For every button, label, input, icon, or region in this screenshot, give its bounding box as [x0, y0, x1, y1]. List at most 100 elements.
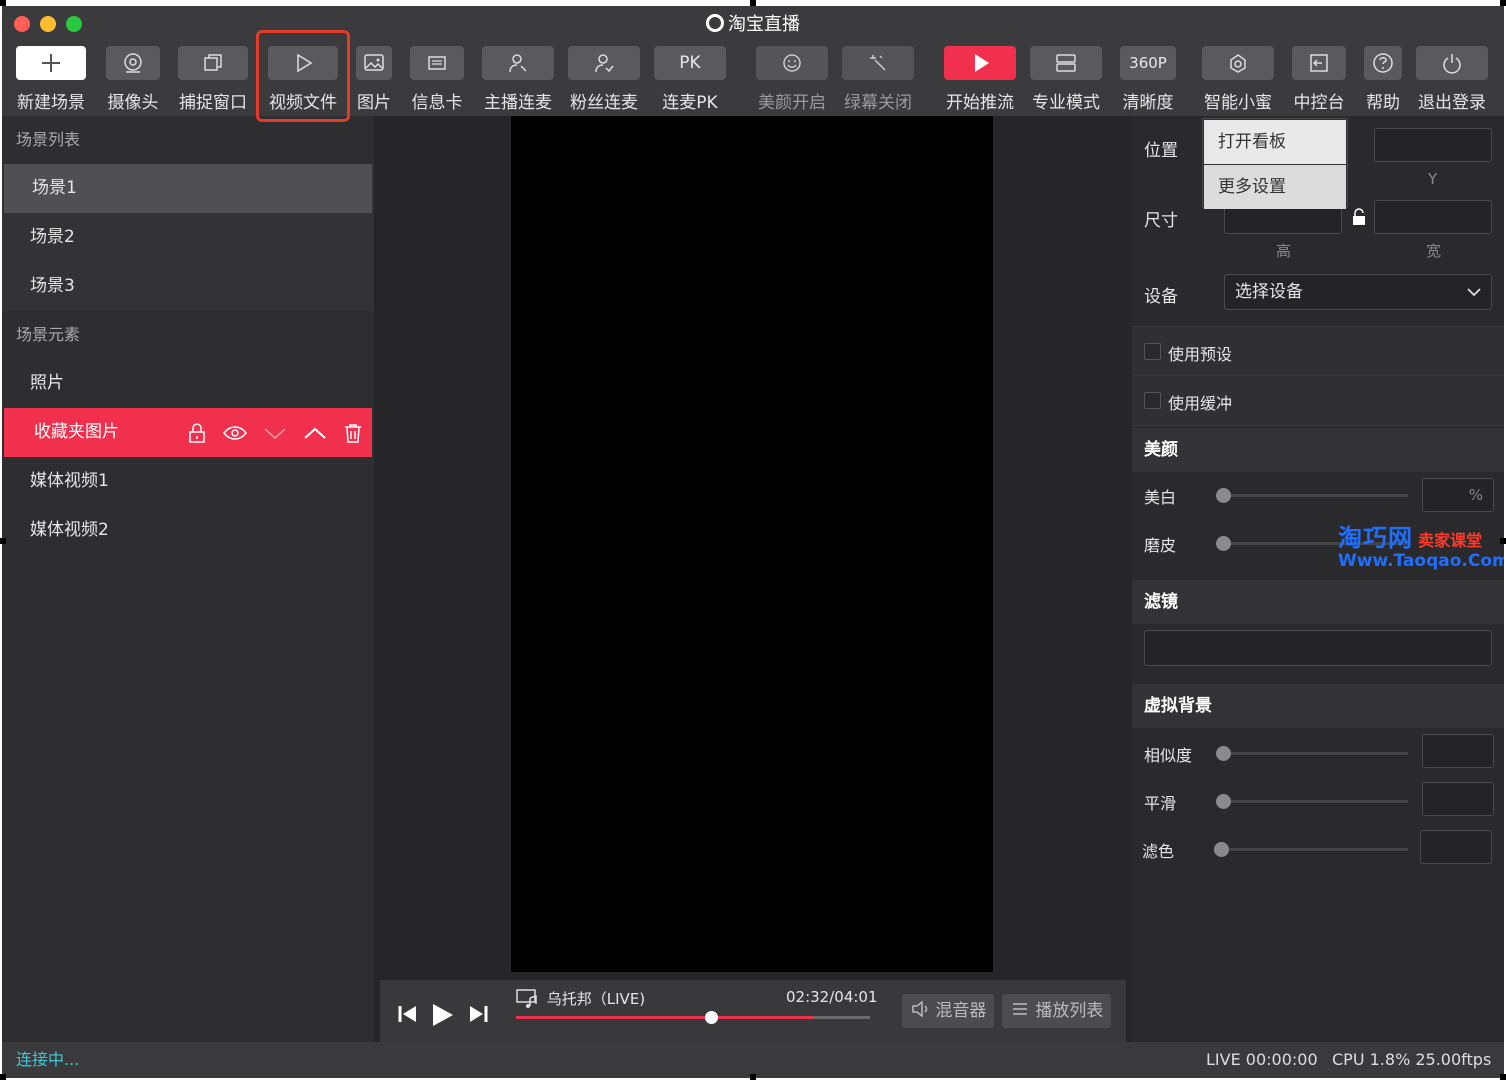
device-select[interactable]: 选择设备: [1224, 274, 1492, 310]
image-icon: [356, 46, 392, 80]
properties-panel: 位置 Y 尺寸 高 宽 设备 选择设备 使用预设 使用缓冲 美颜 美白 % 磨皮…: [1132, 116, 1504, 1042]
smooth-input[interactable]: [1422, 782, 1494, 816]
scene-item[interactable]: 场景2: [2, 213, 374, 262]
music-screen-icon: [516, 989, 537, 1008]
smart-assistant-button[interactable]: 智能小蜜: [1202, 46, 1274, 113]
resize-handle: [1500, 0, 1506, 6]
watermark-url: Www.Taoqao.Com: [1338, 551, 1504, 571]
use-preset-checkbox[interactable]: [1144, 343, 1161, 360]
pro-mode-button[interactable]: 专业模式: [1030, 46, 1102, 113]
mixer-button[interactable]: 混音器: [902, 994, 995, 1028]
scene-item[interactable]: 场景1: [4, 164, 372, 213]
scene-item[interactable]: 场景3: [2, 262, 374, 311]
toolbar: 淘宝直播 新建场景 摄像头 捕捉窗口 视频文件 图片 信息卡 主播连麦 粉丝连麦…: [2, 6, 1504, 116]
start-stream-button[interactable]: 开始推流: [944, 46, 1016, 113]
unlock-icon[interactable]: [1352, 208, 1366, 226]
progress-buffer: [516, 1016, 814, 1019]
magic-wand-icon: [842, 46, 914, 80]
play-icon[interactable]: [430, 1002, 454, 1028]
resize-handle: [0, 1074, 6, 1080]
help-icon: [1364, 46, 1402, 80]
capture-window-button[interactable]: 捕捉窗口: [178, 46, 248, 113]
console-button[interactable]: 中控台: [1292, 46, 1346, 113]
more-settings-menu-item[interactable]: 更多设置: [1204, 165, 1346, 209]
scene-elements-title: 场景元素: [16, 325, 81, 344]
progress-handle[interactable]: [704, 1011, 718, 1024]
playback-time: 02:32/04:01: [786, 988, 878, 1006]
card-icon: [410, 46, 464, 80]
scene-list: 场景1 场景2 场景3: [2, 164, 374, 311]
pk-icon: PK: [654, 46, 726, 80]
similarity-input[interactable]: [1422, 734, 1494, 768]
camera-button[interactable]: 摄像头: [106, 46, 160, 113]
move-down-icon[interactable]: [262, 422, 288, 444]
camera-icon: [106, 46, 160, 80]
filter-select[interactable]: [1144, 630, 1492, 666]
beauty-toggle-button[interactable]: 美颜开启: [756, 46, 828, 113]
resize-handle: [750, 1074, 756, 1080]
slider-handle[interactable]: [1216, 536, 1231, 551]
watermark-brand: 淘巧网: [1338, 524, 1413, 552]
clarity-button[interactable]: 360P 清晰度: [1120, 46, 1176, 113]
live-timer: LIVE 00:00:00: [1206, 1050, 1318, 1069]
position-y-input[interactable]: [1374, 128, 1492, 162]
size-label: 尺寸: [1144, 211, 1178, 231]
logout-button[interactable]: 退出登录: [1416, 46, 1488, 113]
trash-icon[interactable]: [342, 422, 364, 444]
lock-icon[interactable]: [186, 422, 208, 444]
stream-play-icon: [944, 46, 1016, 80]
slider-handle[interactable]: [1216, 794, 1231, 809]
playlist-button[interactable]: 播放列表: [1002, 994, 1112, 1028]
resize-handle: [0, 0, 6, 6]
video-preview[interactable]: [511, 116, 993, 972]
image-button[interactable]: 图片: [356, 46, 392, 113]
element-label: 收藏夹图片: [34, 422, 119, 442]
move-up-icon[interactable]: [302, 422, 328, 444]
element-item[interactable]: 媒体视频1: [2, 457, 374, 506]
host-link-button[interactable]: 主播连麦: [482, 46, 554, 113]
element-item-selected[interactable]: 收藏夹图片: [4, 408, 372, 457]
connection-status: 连接中...: [16, 1050, 80, 1069]
window-title: 淘宝直播: [2, 10, 1504, 36]
next-icon[interactable]: [468, 1002, 490, 1026]
power-icon: [1416, 46, 1488, 80]
resolution-badge: 360P: [1120, 46, 1176, 80]
help-button[interactable]: 帮助: [1364, 46, 1402, 113]
info-card-button[interactable]: 信息卡: [410, 46, 464, 113]
progress-bar[interactable]: [516, 1011, 870, 1024]
buffer-row: 使用缓冲: [1132, 376, 1504, 426]
similarity-slider[interactable]: [1216, 746, 1408, 761]
smooth-slider[interactable]: [1216, 794, 1408, 809]
slider-handle[interactable]: [1216, 488, 1231, 503]
green-screen-toggle-button[interactable]: 绿幕关闭: [842, 46, 914, 113]
context-menu: 打开看板 更多设置: [1202, 118, 1348, 209]
whiten-input[interactable]: %: [1422, 478, 1494, 512]
element-actions: [186, 408, 364, 457]
slider-handle[interactable]: [1214, 842, 1229, 857]
beauty-section-title: 美颜: [1132, 428, 1504, 472]
filter-section-title: 滤镜: [1132, 580, 1504, 624]
smooth-label: 平滑: [1144, 794, 1177, 813]
console-icon: [1292, 46, 1346, 80]
color-filter-input[interactable]: [1420, 830, 1492, 864]
open-board-menu-item[interactable]: 打开看板: [1204, 120, 1346, 164]
size-width-input[interactable]: [1374, 200, 1492, 234]
whiten-slider[interactable]: [1216, 488, 1408, 503]
watermark-tag: 卖家课堂: [1418, 531, 1483, 550]
color-filter-slider[interactable]: [1214, 842, 1408, 857]
slider-handle[interactable]: [1216, 746, 1231, 761]
link-pk-button[interactable]: PK 连麦PK: [654, 46, 726, 113]
element-item[interactable]: 媒体视频2: [2, 506, 374, 555]
cpu-fps: CPU 1.8% 25.00ftps: [1332, 1050, 1492, 1069]
element-item[interactable]: 照片: [2, 359, 374, 408]
height-label: 高: [1276, 242, 1292, 260]
fan-link-button[interactable]: 粉丝连麦: [568, 46, 640, 113]
use-buffer-checkbox[interactable]: [1144, 392, 1161, 409]
speaker-icon: [912, 1000, 928, 1018]
new-scene-button[interactable]: 新建场景: [16, 46, 86, 113]
highlight-box: [256, 30, 350, 122]
eye-icon[interactable]: [222, 422, 248, 444]
color-filter-label: 滤色: [1142, 842, 1175, 861]
previous-icon[interactable]: [396, 1002, 418, 1026]
host-link-icon: [482, 46, 554, 80]
